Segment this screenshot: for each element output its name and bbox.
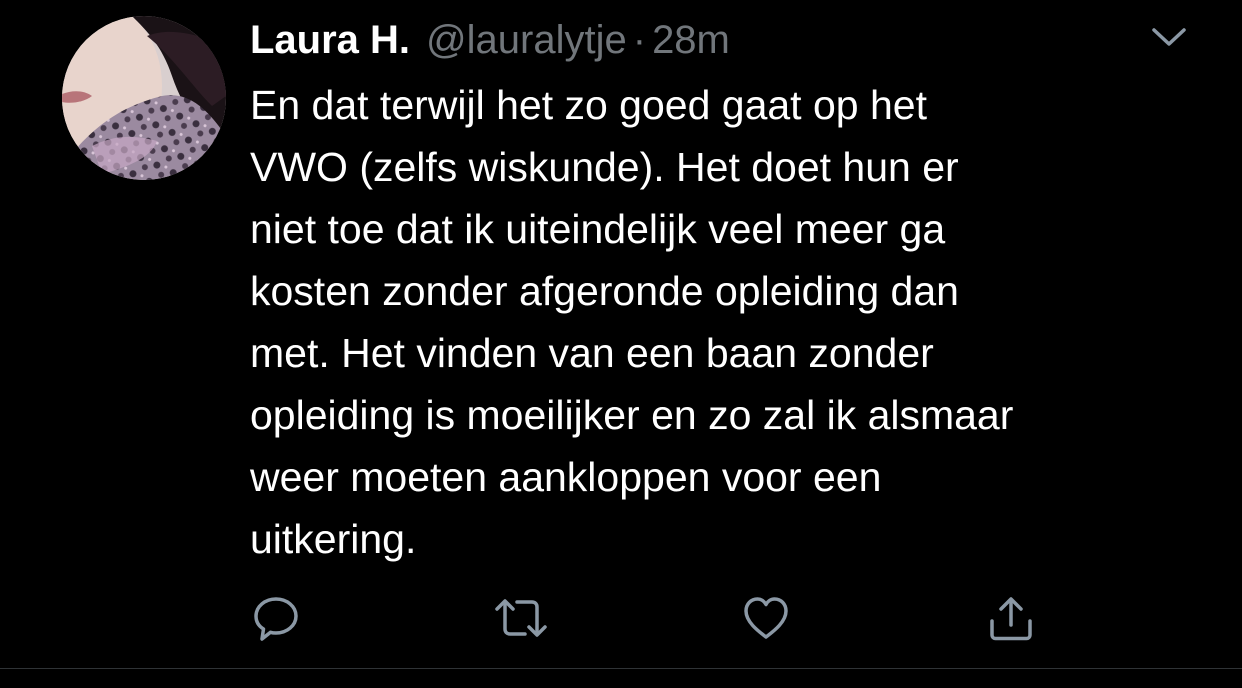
divider: [0, 668, 1242, 669]
action-bar: [0, 588, 1242, 648]
display-name[interactable]: Laura H.: [250, 18, 410, 63]
separator-dot: ·: [632, 17, 647, 62]
tweet-text: En dat terwijl het zo goed gaat op het V…: [250, 82, 1014, 562]
timestamp[interactable]: 28m: [652, 18, 730, 63]
chevron-down-icon[interactable]: [1150, 22, 1188, 52]
tweet[interactable]: Laura H. @lauralytje · 28m En dat terwij…: [0, 0, 1242, 668]
avatar[interactable]: [62, 16, 226, 180]
tweet-header: Laura H. @lauralytje · 28m: [250, 14, 730, 66]
share-icon[interactable]: [981, 588, 1041, 648]
user-handle[interactable]: @lauralytje: [426, 18, 627, 63]
heart-icon[interactable]: [736, 588, 796, 648]
avatar-image: [62, 16, 226, 180]
retweet-icon[interactable]: [491, 588, 551, 648]
reply-icon[interactable]: [246, 588, 306, 648]
